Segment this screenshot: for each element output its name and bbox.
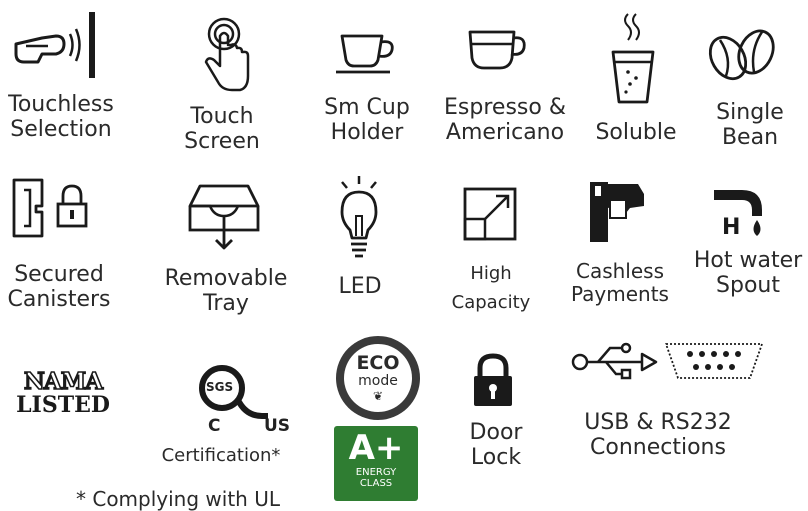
tray-arrow-icon	[186, 182, 262, 252]
lightbulb-icon	[334, 174, 384, 260]
coffee-beans-icon	[706, 24, 778, 84]
cashless-label: Cashless Payments	[571, 259, 669, 306]
card-reader-icon	[586, 178, 648, 244]
cup-saucer-icon	[334, 30, 400, 78]
canister-lock-icon	[10, 176, 90, 242]
connections-label: USB & RS232 Connections	[584, 410, 732, 461]
leaf-icon: ❦	[372, 388, 384, 403]
single-bean-label: Single Bean	[716, 100, 784, 151]
soluble-label: Soluble	[595, 120, 677, 145]
door-lock-label: Door Lock	[469, 420, 523, 471]
cup-holder-label: Sm Cup Holder	[324, 95, 410, 146]
svg-text:H: H	[722, 215, 740, 240]
serial-port-icon	[662, 340, 766, 382]
eco-mode-badge: ECO mode ❦	[336, 336, 420, 420]
hot-water-label: Hot water Spout	[693, 248, 803, 299]
usb-icon	[570, 342, 660, 382]
nama-listed-logo: NAMA LISTED	[16, 368, 110, 418]
tray-label: Removable Tray	[164, 266, 288, 317]
footnote: * Complying with UL	[76, 487, 280, 511]
finger-touch-icon	[196, 14, 254, 94]
padlock-icon	[470, 352, 516, 408]
capacity-label: High Capacity	[451, 263, 531, 313]
touchless-label: Touchless Selection	[8, 92, 114, 143]
led-label: LED	[338, 274, 382, 299]
touchscreen-label: Touch Screen	[184, 104, 260, 155]
steaming-glass-icon	[610, 12, 656, 106]
hand-pointing-icon	[12, 8, 102, 80]
hot-water-faucet-icon: H	[712, 184, 772, 240]
espresso-cup-icon	[466, 28, 530, 72]
sgs-certification-mark: SGS C US	[196, 364, 296, 436]
sgs-caption: Certification*	[161, 445, 281, 466]
espresso-label: Espresso & Americano	[444, 95, 566, 146]
expand-square-icon	[462, 186, 518, 242]
canisters-label: Secured Canisters	[7, 262, 111, 313]
energy-class-badge: A+ ENERGY CLASS	[334, 426, 418, 501]
